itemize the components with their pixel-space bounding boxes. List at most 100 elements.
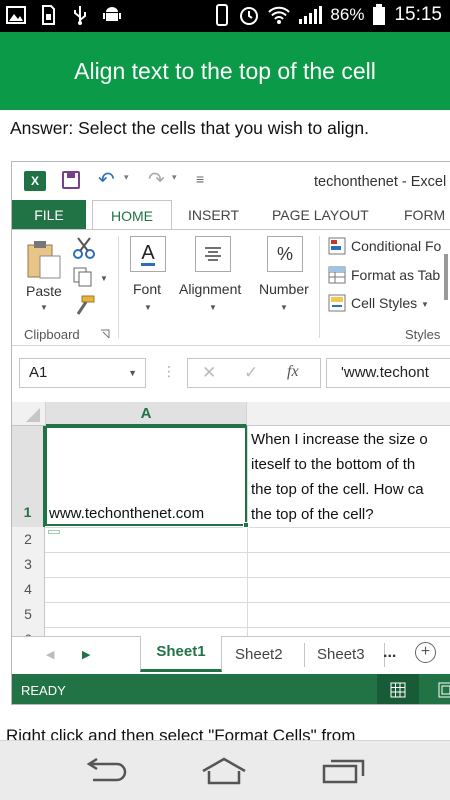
battery-icon: [373, 4, 386, 25]
excel-screenshot: X ↶ ▾ ↷ ▾ ≡ techonthenet - Excel FILE HO…: [11, 161, 450, 705]
excel-title-bar: X ↶ ▾ ↷ ▾ ≡ techonthenet - Excel: [12, 162, 450, 200]
cell-b1-line: the top of the cell?: [251, 506, 374, 523]
alignment-group-button: [195, 236, 231, 272]
clipboard-group-label: Clipboard: [24, 327, 80, 342]
image-icon: [6, 6, 26, 24]
home-icon: [202, 757, 246, 785]
number-group-button: %: [267, 236, 303, 272]
tab-home: HOME: [92, 200, 172, 231]
tab-page-layout: PAGE LAYOUT: [272, 207, 369, 223]
usb-icon: [74, 6, 86, 25]
row-header-4: 4: [12, 577, 45, 602]
vibrate-icon: [216, 4, 229, 26]
back-icon: [86, 758, 127, 782]
paste-options-marker: [48, 530, 60, 534]
cell-styles-label: Cell Styles: [351, 295, 418, 311]
status-ready: READY: [21, 683, 66, 698]
normal-view-icon: [390, 682, 406, 698]
ribbon-tabs: FILE HOME INSERT PAGE LAYOUT FORM: [12, 200, 450, 231]
paste-icon: [27, 241, 61, 279]
cut-icon: [73, 237, 95, 259]
format-as-table-icon: [328, 266, 346, 284]
signal-icon: [299, 6, 323, 24]
copy-dropdown-icon: ▼: [100, 274, 108, 283]
back-button[interactable]: [81, 755, 131, 787]
recent-apps-icon: [322, 759, 365, 784]
font-dropdown-icon: ▼: [144, 303, 152, 312]
row-header-6: 6: [12, 627, 45, 636]
dialog-launcher-icon: [101, 329, 110, 339]
sheet-tab-1: Sheet1: [140, 636, 222, 672]
normal-view-button: [377, 674, 419, 704]
copy-icon: [73, 267, 92, 287]
sim-card-icon: [42, 5, 55, 25]
ribbon: Paste ▼ ▼ Clipboard A Font ▼ Alignment ▼: [12, 230, 450, 346]
format-as-table-label: Format as Tab: [351, 267, 441, 283]
alarm-icon: [240, 7, 259, 25]
fx-icon: fx: [287, 363, 299, 380]
formula-bar: A1 ▼ ⋮ ✕ ✓ fx 'www.techont: [12, 346, 450, 402]
excel-status-bar: READY: [12, 674, 450, 704]
alignment-label: Alignment: [179, 281, 242, 297]
excel-logo-icon: X: [24, 171, 46, 191]
row-header-5: 5: [12, 602, 45, 627]
ribbon-scrollbar: [444, 254, 448, 300]
tab-insert: INSERT: [188, 207, 240, 223]
customize-toolbar-icon: ≡: [196, 171, 205, 187]
number-label: Number: [259, 281, 309, 297]
battery-percent: 86%: [330, 5, 365, 24]
font-group-button: A: [130, 236, 166, 272]
undo-icon: ↶: [98, 169, 115, 191]
cell-b1-line: iteself to the bottom of th: [251, 456, 416, 473]
formula-buttons: ✕ ✓ fx: [187, 358, 321, 388]
select-all-corner: [12, 402, 46, 426]
column-header-a: A: [46, 402, 247, 426]
row-header-2: 2: [12, 527, 45, 552]
sheet-tab-2: Sheet2: [235, 646, 283, 663]
navigation-bar: [0, 740, 450, 800]
alignment-dropdown-icon: ▼: [209, 303, 217, 312]
formula-input: 'www.techont: [326, 358, 450, 388]
tab-divider: [304, 643, 305, 667]
ribbon-separator: [319, 236, 320, 338]
name-box: A1 ▼: [19, 358, 146, 388]
page-layout-view-icon: [438, 682, 450, 698]
scroll-left-icon: ◀: [46, 649, 55, 661]
format-painter-icon: [76, 295, 95, 315]
ribbon-separator: [118, 236, 119, 338]
paste-dropdown-icon: ▼: [40, 303, 48, 312]
paste-label: Paste: [26, 283, 62, 299]
percent-icon: %: [276, 243, 293, 264]
font-icon: A: [141, 241, 155, 266]
redo-dropdown-icon: ▾: [172, 172, 177, 182]
status-bar: 86% 15:15: [0, 0, 450, 32]
gridline: [247, 426, 248, 636]
cell-a1-value: www.techonthenet.com: [49, 505, 205, 522]
cell-b1-line: When I increase the size o: [251, 431, 428, 448]
answer-text: Answer: Select the cells that you wish t…: [10, 118, 369, 138]
styles-group-label: Styles: [405, 327, 441, 342]
font-label: Font: [133, 281, 162, 297]
recent-apps-button[interactable]: [319, 755, 369, 787]
name-box-dropdown-icon: ▼: [128, 368, 137, 378]
number-dropdown-icon: ▼: [280, 303, 288, 312]
window-title: techonthenet - Excel: [314, 174, 447, 190]
sheet-tabs-bar: ◀ ▶ Sheet1 Sheet2 Sheet3 ... +: [12, 636, 450, 674]
enter-icon: ✓: [244, 363, 259, 382]
home-button[interactable]: [199, 755, 249, 787]
conditional-formatting-icon: [328, 237, 346, 255]
cell-styles-dropdown-icon: ▼: [421, 300, 429, 309]
page-title: Align text to the top of the cell: [0, 32, 450, 110]
clock: 15:15: [394, 4, 442, 25]
more-icon: ⋮: [162, 363, 176, 379]
save-icon: [62, 171, 80, 189]
wifi-icon: [268, 6, 291, 24]
name-box-value: A1: [29, 364, 48, 381]
spreadsheet-grid: A 1 2 3 4 5 6 www.techonthenet.com When …: [12, 402, 450, 636]
conditional-formatting-label: Conditional Fo: [351, 238, 442, 254]
more-sheets-icon: ...: [383, 644, 397, 661]
align-lines-icon: [205, 247, 221, 261]
cancel-icon: ✕: [202, 363, 217, 382]
sheet-tab-3: Sheet3: [317, 646, 365, 663]
tab-formulas: FORM: [404, 207, 446, 223]
